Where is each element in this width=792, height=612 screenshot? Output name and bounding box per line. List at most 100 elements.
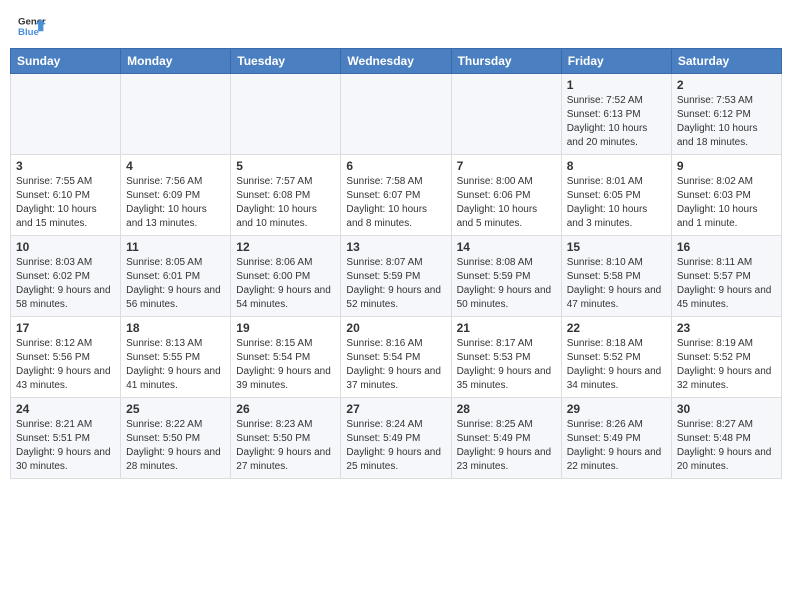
calendar-cell: 21 Sunrise: 8:17 AM Sunset: 5:53 PM Dayli… [451, 317, 561, 398]
calendar-cell: 24 Sunrise: 8:21 AM Sunset: 5:51 PM Dayli… [11, 398, 121, 479]
day-info: Sunrise: 7:57 AM Sunset: 6:08 PM Dayligh… [236, 175, 335, 231]
day-info: Sunrise: 8:02 AM Sunset: 6:03 PM Dayligh… [677, 175, 776, 231]
day-number: 26 [236, 402, 335, 416]
day-number: 5 [236, 159, 335, 173]
day-info: Sunrise: 8:07 AM Sunset: 5:59 PM Dayligh… [346, 256, 445, 312]
day-number: 4 [126, 159, 225, 173]
calendar-cell: 8 Sunrise: 8:01 AM Sunset: 6:05 PM Daylig… [561, 155, 671, 236]
day-number: 30 [677, 402, 776, 416]
header-day-tuesday: Tuesday [231, 49, 341, 74]
day-number: 8 [567, 159, 666, 173]
day-number: 11 [126, 240, 225, 254]
day-number: 18 [126, 321, 225, 335]
calendar-cell: 23Sunrise: 8:19 AM Sunset: 5:52 PM Dayli… [671, 317, 781, 398]
calendar-cell: 25Sunrise: 8:22 AM Sunset: 5:50 PM Dayli… [121, 398, 231, 479]
calendar-table: SundayMondayTuesdayWednesdayThursdayFrid… [10, 48, 782, 479]
calendar-cell: 12 Sunrise: 8:06 AM Sunset: 6:00 PM Dayli… [231, 236, 341, 317]
day-info: Sunrise: 8:18 AM Sunset: 5:52 PM Dayligh… [567, 337, 666, 393]
day-info: Sunrise: 8:26 AM Sunset: 5:49 PM Dayligh… [567, 418, 666, 474]
day-info: Sunrise: 8:01 AM Sunset: 6:05 PM Dayligh… [567, 175, 666, 231]
header-day-sunday: Sunday [11, 49, 121, 74]
svg-text:Blue: Blue [18, 27, 39, 38]
day-number: 21 [457, 321, 556, 335]
day-info: Sunrise: 8:22 AM Sunset: 5:50 PM Dayligh… [126, 418, 225, 474]
day-number: 13 [346, 240, 445, 254]
calendar-week-2: 3Sunrise: 7:55 AM Sunset: 6:10 PM Daylig… [11, 155, 782, 236]
day-info: Sunrise: 8:05 AM Sunset: 6:01 PM Dayligh… [126, 256, 225, 312]
day-info: Sunrise: 7:52 AM Sunset: 6:13 PM Dayligh… [567, 94, 666, 150]
day-info: Sunrise: 8:23 AM Sunset: 5:50 PM Dayligh… [236, 418, 335, 474]
day-info: Sunrise: 8:21 AM Sunset: 5:51 PM Dayligh… [16, 418, 115, 474]
day-info: Sunrise: 8:16 AM Sunset: 5:54 PM Dayligh… [346, 337, 445, 393]
calendar-cell [121, 74, 231, 155]
day-number: 22 [567, 321, 666, 335]
day-info: Sunrise: 8:13 AM Sunset: 5:55 PM Dayligh… [126, 337, 225, 393]
header-day-wednesday: Wednesday [341, 49, 451, 74]
day-number: 2 [677, 78, 776, 92]
calendar-week-5: 24 Sunrise: 8:21 AM Sunset: 5:51 PM Dayli… [11, 398, 782, 479]
calendar-cell: 6 Sunrise: 7:58 AM Sunset: 6:07 PM Daylig… [341, 155, 451, 236]
day-info: Sunrise: 8:19 AM Sunset: 5:52 PM Dayligh… [677, 337, 776, 393]
day-info: Sunrise: 8:10 AM Sunset: 5:58 PM Dayligh… [567, 256, 666, 312]
day-info: Sunrise: 7:58 AM Sunset: 6:07 PM Dayligh… [346, 175, 445, 231]
calendar-cell: 22 Sunrise: 8:18 AM Sunset: 5:52 PM Dayli… [561, 317, 671, 398]
calendar-cell: 10 Sunrise: 8:03 AM Sunset: 6:02 PM Dayli… [11, 236, 121, 317]
day-info: Sunrise: 8:25 AM Sunset: 5:49 PM Dayligh… [457, 418, 556, 474]
calendar-cell: 16Sunrise: 8:11 AM Sunset: 5:57 PM Dayli… [671, 236, 781, 317]
calendar-cell: 9 Sunrise: 8:02 AM Sunset: 6:03 PM Daylig… [671, 155, 781, 236]
day-number: 12 [236, 240, 335, 254]
day-info: Sunrise: 8:24 AM Sunset: 5:49 PM Dayligh… [346, 418, 445, 474]
calendar-cell: 11 Sunrise: 8:05 AM Sunset: 6:01 PM Dayli… [121, 236, 231, 317]
header-day-friday: Friday [561, 49, 671, 74]
day-info: Sunrise: 8:06 AM Sunset: 6:00 PM Dayligh… [236, 256, 335, 312]
day-number: 7 [457, 159, 556, 173]
header-day-saturday: Saturday [671, 49, 781, 74]
day-number: 24 [16, 402, 115, 416]
day-number: 10 [16, 240, 115, 254]
day-number: 28 [457, 402, 556, 416]
calendar-cell: 3Sunrise: 7:55 AM Sunset: 6:10 PM Daylig… [11, 155, 121, 236]
day-info: Sunrise: 8:08 AM Sunset: 5:59 PM Dayligh… [457, 256, 556, 312]
logo: General Blue [18, 12, 46, 40]
calendar-cell: 1 Sunrise: 7:52 AM Sunset: 6:13 PM Daylig… [561, 74, 671, 155]
calendar-cell: 20 Sunrise: 8:16 AM Sunset: 5:54 PM Dayli… [341, 317, 451, 398]
calendar-cell: 13 Sunrise: 8:07 AM Sunset: 5:59 PM Dayli… [341, 236, 451, 317]
day-info: Sunrise: 8:15 AM Sunset: 5:54 PM Dayligh… [236, 337, 335, 393]
calendar-cell: 4 Sunrise: 7:56 AM Sunset: 6:09 PM Daylig… [121, 155, 231, 236]
calendar-cell: 26 Sunrise: 8:23 AM Sunset: 5:50 PM Dayli… [231, 398, 341, 479]
calendar-cell [231, 74, 341, 155]
day-number: 20 [346, 321, 445, 335]
day-number: 15 [567, 240, 666, 254]
header-day-thursday: Thursday [451, 49, 561, 74]
day-info: Sunrise: 8:03 AM Sunset: 6:02 PM Dayligh… [16, 256, 115, 312]
calendar-cell: 19 Sunrise: 8:15 AM Sunset: 5:54 PM Dayli… [231, 317, 341, 398]
day-info: Sunrise: 7:55 AM Sunset: 6:10 PM Dayligh… [16, 175, 115, 231]
header-day-monday: Monday [121, 49, 231, 74]
day-number: 27 [346, 402, 445, 416]
day-number: 29 [567, 402, 666, 416]
logo-icon: General Blue [18, 12, 46, 40]
calendar-cell: 7 Sunrise: 8:00 AM Sunset: 6:06 PM Daylig… [451, 155, 561, 236]
calendar-cell: 18 Sunrise: 8:13 AM Sunset: 5:55 PM Dayli… [121, 317, 231, 398]
day-number: 1 [567, 78, 666, 92]
calendar-container: SundayMondayTuesdayWednesdayThursdayFrid… [0, 44, 792, 489]
calendar-cell [11, 74, 121, 155]
day-info: Sunrise: 7:56 AM Sunset: 6:09 PM Dayligh… [126, 175, 225, 231]
page-header: General Blue [0, 0, 792, 44]
day-info: Sunrise: 8:17 AM Sunset: 5:53 PM Dayligh… [457, 337, 556, 393]
calendar-cell: 27 Sunrise: 8:24 AM Sunset: 5:49 PM Dayli… [341, 398, 451, 479]
day-number: 9 [677, 159, 776, 173]
calendar-week-3: 10 Sunrise: 8:03 AM Sunset: 6:02 PM Dayli… [11, 236, 782, 317]
day-info: Sunrise: 8:27 AM Sunset: 5:48 PM Dayligh… [677, 418, 776, 474]
day-info: Sunrise: 8:00 AM Sunset: 6:06 PM Dayligh… [457, 175, 556, 231]
day-info: Sunrise: 8:12 AM Sunset: 5:56 PM Dayligh… [16, 337, 115, 393]
day-number: 6 [346, 159, 445, 173]
calendar-week-1: 1 Sunrise: 7:52 AM Sunset: 6:13 PM Daylig… [11, 74, 782, 155]
calendar-cell: 17Sunrise: 8:12 AM Sunset: 5:56 PM Dayli… [11, 317, 121, 398]
calendar-week-4: 17Sunrise: 8:12 AM Sunset: 5:56 PM Dayli… [11, 317, 782, 398]
day-number: 19 [236, 321, 335, 335]
calendar-cell: 5 Sunrise: 7:57 AM Sunset: 6:08 PM Daylig… [231, 155, 341, 236]
calendar-cell [451, 74, 561, 155]
calendar-cell: 29 Sunrise: 8:26 AM Sunset: 5:49 PM Dayli… [561, 398, 671, 479]
calendar-cell: 2Sunrise: 7:53 AM Sunset: 6:12 PM Daylig… [671, 74, 781, 155]
